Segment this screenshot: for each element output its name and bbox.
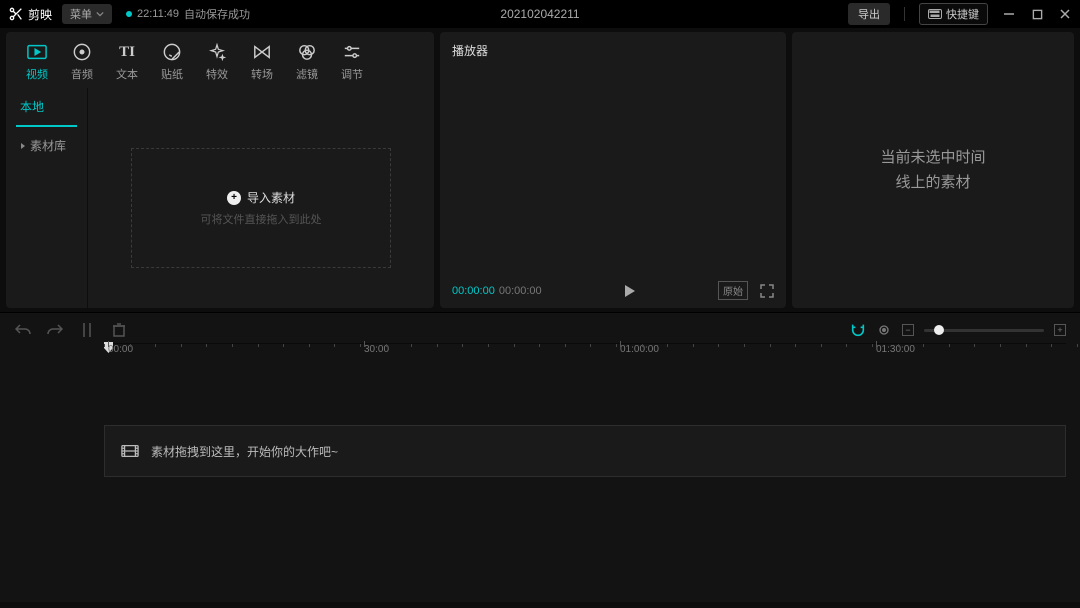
- aspect-ratio-button[interactable]: 原始: [718, 281, 748, 300]
- zoom-in-button[interactable]: +: [1054, 324, 1066, 336]
- audio-icon: [72, 42, 92, 62]
- video-icon: [27, 42, 47, 62]
- project-title: 202102042211: [500, 7, 579, 21]
- current-time: 00:00:00: [452, 285, 495, 297]
- keyboard-icon: [928, 9, 942, 19]
- side-tab-local[interactable]: 本地: [16, 88, 77, 127]
- tab-video[interactable]: 视频: [16, 38, 58, 86]
- properties-panel: 当前未选中时间 线上的素材: [792, 32, 1074, 308]
- player-panel: 播放器 00:00:00 00:00:00 原始: [440, 32, 786, 308]
- title-bar: 剪映 菜单 22:11:49 自动保存成功 202102042211 导出 快捷…: [0, 0, 1080, 28]
- zoom-out-button[interactable]: −: [902, 324, 914, 336]
- tab-filter[interactable]: 滤镜: [286, 38, 328, 86]
- transition-icon: [252, 42, 272, 62]
- tool-tabs: 视频 音频 TI 文本 贴纸 特效 转场: [6, 32, 434, 88]
- player-controls-right: 原始: [718, 281, 774, 300]
- app-logo: 剪映: [8, 6, 52, 23]
- media-panel: 视频 音频 TI 文本 贴纸 特效 转场: [6, 32, 434, 308]
- tab-text[interactable]: TI 文本: [106, 38, 148, 86]
- play-button[interactable]: [623, 284, 637, 298]
- dropzone-inner: + 导入素材 可将文件直接拖入到此处: [131, 148, 391, 268]
- sparkle-icon: [207, 42, 227, 62]
- autosave-status: 22:11:49 自动保存成功: [126, 6, 250, 22]
- close-button[interactable]: [1058, 7, 1072, 21]
- fullscreen-icon[interactable]: [760, 284, 774, 298]
- titlebar-right: 导出 快捷键: [848, 3, 1072, 25]
- menu-button[interactable]: 菜单: [62, 4, 112, 24]
- text-icon: TI: [117, 42, 137, 62]
- tab-audio[interactable]: 音频: [61, 38, 103, 86]
- tracks-area[interactable]: 素材拖拽到这里，开始你的大作吧~: [104, 425, 1066, 477]
- export-button[interactable]: 导出: [848, 3, 890, 25]
- undo-button[interactable]: [14, 321, 32, 339]
- timeline-toolbar-right: − +: [850, 323, 1066, 337]
- import-line: + 导入素材: [227, 189, 295, 206]
- side-tab-library[interactable]: 素材库: [6, 127, 87, 164]
- chevron-down-icon: [96, 10, 104, 18]
- ruler-mark: 01:30:00: [876, 344, 915, 355]
- media-side-column: 本地 素材库: [6, 88, 88, 308]
- tab-effect[interactable]: 特效: [196, 38, 238, 86]
- duration-time: 00:00:00: [499, 285, 542, 297]
- tab-sticker[interactable]: 贴纸: [151, 38, 193, 86]
- redo-button[interactable]: [46, 321, 64, 339]
- zoom-slider[interactable]: [924, 329, 1044, 332]
- media-body: 本地 素材库 + 导入素材 可将文件直接拖入到此处: [6, 88, 434, 308]
- shortcut-button[interactable]: 快捷键: [919, 3, 988, 25]
- timeline-ruler[interactable]: 00:00 30:00 01:00:00 01:30:00: [104, 343, 1066, 365]
- player-title: 播放器: [440, 32, 786, 69]
- adjust-icon: [342, 42, 362, 62]
- preview-cut-icon[interactable]: [876, 324, 892, 336]
- divider: [904, 7, 905, 21]
- player-controls: 00:00:00 00:00:00 原始: [440, 273, 786, 308]
- split-button[interactable]: [78, 321, 96, 339]
- dropzone-hint: 可将文件直接拖入到此处: [201, 211, 322, 227]
- scissors-icon: [8, 6, 24, 22]
- play-icon: [623, 284, 637, 298]
- tab-transition[interactable]: 转场: [241, 38, 283, 86]
- zoom-thumb[interactable]: [934, 325, 944, 335]
- minimize-button[interactable]: [1002, 7, 1016, 21]
- film-icon: [121, 444, 139, 458]
- magnet-icon[interactable]: [850, 323, 866, 337]
- maximize-button[interactable]: [1030, 7, 1044, 21]
- ruler-mark: 01:00:00: [620, 344, 659, 355]
- tab-adjust[interactable]: 调节: [331, 38, 373, 86]
- track-placeholder[interactable]: 素材拖拽到这里，开始你的大作吧~: [104, 425, 1066, 477]
- caret-right-icon: [20, 142, 26, 150]
- delete-button[interactable]: [110, 321, 128, 339]
- player-viewport: [440, 69, 786, 273]
- timeline-panel: − + 00:00 30:00 01:00:00 01:30:00 素材拖拽到这…: [0, 312, 1080, 602]
- filter-icon: [297, 42, 317, 62]
- upper-area: 视频 音频 TI 文本 贴纸 特效 转场: [0, 28, 1080, 312]
- app-name: 剪映: [28, 6, 52, 23]
- properties-empty-text: 当前未选中时间 线上的素材: [880, 145, 985, 196]
- sticker-icon: [162, 42, 182, 62]
- import-dropzone[interactable]: + 导入素材 可将文件直接拖入到此处: [118, 138, 404, 278]
- timeline-toolbar: − +: [6, 317, 1074, 343]
- status-dot-icon: [126, 11, 132, 17]
- plus-icon: +: [227, 191, 241, 205]
